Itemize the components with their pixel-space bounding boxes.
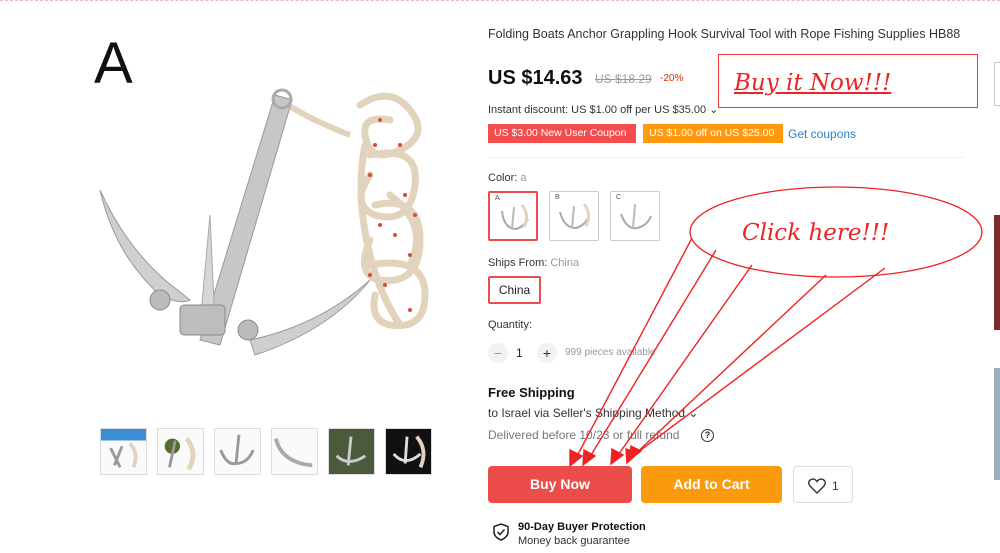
annotation-click-here: Click here!!! bbox=[742, 220, 890, 246]
annotation-arrows bbox=[569, 186, 983, 468]
